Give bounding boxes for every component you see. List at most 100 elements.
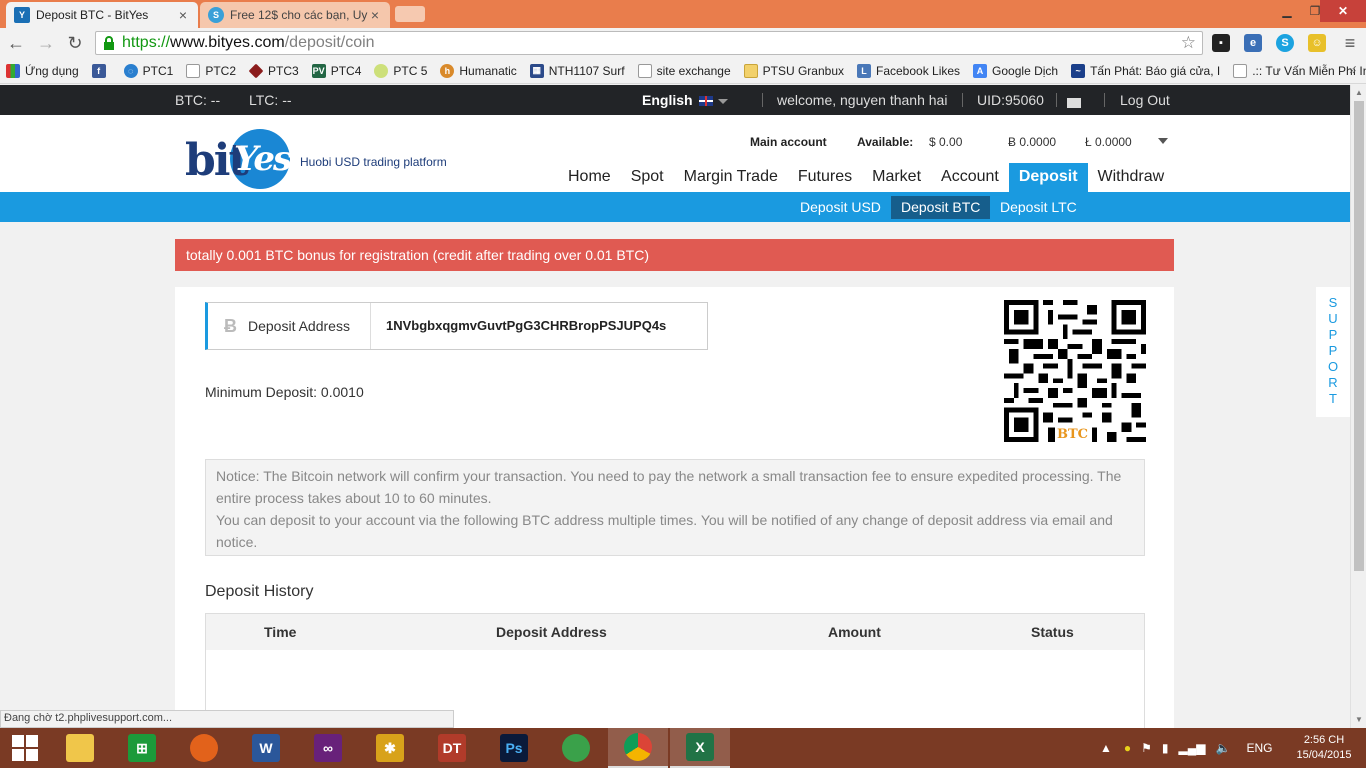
taskbar-photoshop[interactable]: Ps — [484, 728, 544, 768]
deposit-address-value[interactable]: 1NVbgbxqgmvGuvtPgG3CHRBropPSJUPQ4s — [386, 318, 666, 333]
skype-extension-icon[interactable]: S — [1276, 34, 1294, 52]
mail-icon[interactable] — [1067, 94, 1081, 110]
nav-deposit[interactable]: Deposit — [1008, 163, 1088, 192]
tray-flag-icon[interactable]: ⚑ — [1141, 741, 1152, 755]
taskbar-dt[interactable]: DT — [422, 728, 482, 768]
taskbar-visual-studio[interactable]: ∞ — [298, 728, 358, 768]
bookmark-ptc4[interactable]: PV PTC4 — [311, 63, 361, 78]
start-button[interactable] — [0, 728, 50, 768]
tab-deposit-btc[interactable]: Y Deposit BTC - BitYes × — [6, 2, 198, 28]
language-selector[interactable]: English — [642, 92, 728, 108]
bookmark-site-exchange[interactable]: site exchange — [637, 63, 731, 78]
network-icon[interactable]: ▂▄▆ — [1179, 741, 1206, 755]
taskbar-explorer[interactable] — [50, 728, 110, 768]
nav-account[interactable]: Account — [931, 163, 1009, 192]
nav-futures[interactable]: Futures — [788, 163, 862, 192]
notice-line-2: You can deposit to your account via the … — [216, 512, 1113, 550]
ptc-icon: ◌ — [123, 63, 138, 78]
taskbar-keys[interactable]: ✱ — [360, 728, 420, 768]
taskbar-word[interactable]: W — [236, 728, 296, 768]
subnav-deposit-btc[interactable]: Deposit BTC — [891, 196, 991, 219]
logout-link[interactable]: Log Out — [1120, 92, 1170, 108]
windows-logo-icon — [12, 735, 38, 761]
apps-grid-icon — [6, 63, 20, 78]
bonus-alert: totally 0.001 BTC bonus for registration… — [175, 239, 1174, 271]
nav-margin-trade[interactable]: Margin Trade — [674, 163, 788, 192]
bookmark-nth1107[interactable]: ▦ NTH1107 Surf — [529, 63, 625, 78]
tray-expand-icon[interactable]: ▲ — [1100, 741, 1112, 755]
chrome-menu-icon[interactable]: ≡ — [1338, 31, 1362, 55]
support-tab[interactable]: S U P P O R T — [1316, 287, 1350, 417]
nav-spot[interactable]: Spot — [621, 163, 674, 192]
col-deposit-address: Deposit Address — [496, 624, 607, 640]
page-icon — [186, 63, 201, 78]
subnav-deposit-usd[interactable]: Deposit USD — [790, 196, 891, 219]
input-language[interactable]: ENG — [1246, 741, 1272, 755]
grid-icon: ▦ — [529, 63, 544, 78]
page-scrollbar[interactable]: ▲ ▼ — [1350, 85, 1366, 728]
bookmark-tan-phat[interactable]: ~ Tấn Phát: Báo giá cửa, I — [1071, 63, 1220, 78]
bookmarks-bar: Ứng dụng f ◌ PTC1 PTC2 PTC3 PV PTC4 PTC 5 … — [0, 58, 1366, 84]
bityes-logo[interactable]: bit Yes — [185, 129, 293, 189]
divider — [962, 93, 963, 107]
scroll-up-icon[interactable]: ▲ — [1355, 88, 1363, 97]
scrollbar-thumb[interactable] — [1354, 101, 1364, 571]
tab-free-12[interactable]: S Free 12$ cho các bạn, Uy tín × — [200, 2, 390, 28]
forward-arrow-icon[interactable]: → — [34, 31, 58, 55]
available-label: Available: — [857, 135, 914, 149]
uid-text: UID:95060 — [977, 92, 1044, 108]
account-dropdown-icon[interactable] — [1158, 138, 1168, 144]
tab-close-icon[interactable]: × — [176, 7, 190, 23]
bookmark-ptc3[interactable]: PTC3 — [248, 63, 299, 78]
reload-icon[interactable]: ↻ — [63, 31, 87, 55]
blackberry-extension-icon[interactable]: ▪ — [1212, 34, 1230, 52]
window-close-icon[interactable]: ✕ — [1320, 0, 1366, 22]
scroll-down-icon[interactable]: ▼ — [1355, 715, 1363, 724]
bookmark-ptc5[interactable]: PTC 5 — [374, 63, 427, 78]
bookmark-tu-van[interactable]: .:: Tư Vấn Miễn Phí In I — [1233, 63, 1366, 78]
taskbar-chrome[interactable] — [608, 728, 668, 768]
bookmark-fb-likes[interactable]: L Facebook Likes — [857, 63, 960, 78]
bookmark-ptsu[interactable]: PTSU Granbux — [743, 63, 844, 78]
nav-home[interactable]: Home — [558, 163, 621, 192]
col-status: Status — [1031, 624, 1074, 640]
address-bar[interactable]: https://www.bityes.com/deposit/coin ☆ — [95, 31, 1203, 55]
minimize-icon[interactable]: ▁ — [1272, 0, 1302, 22]
bookmark-facebook[interactable]: f — [91, 63, 111, 78]
site-header: bit Yes Huobi USD trading platform Main … — [0, 115, 1350, 192]
bookmark-ptc1[interactable]: ◌ PTC1 — [123, 63, 173, 78]
firefox-icon — [190, 734, 218, 762]
ie-extension-icon[interactable]: e — [1244, 34, 1262, 52]
taskbar-firefox[interactable] — [174, 728, 234, 768]
main-account-label[interactable]: Main account — [750, 135, 827, 149]
circle-icon — [374, 63, 389, 78]
system-clock[interactable]: 2:56 CH 15/04/2015 — [1284, 733, 1364, 763]
taskbar-coccoc[interactable] — [546, 728, 606, 768]
bookmark-google-dich[interactable]: A Google Dịch — [973, 63, 1058, 78]
browser-toolbar: ← → ↻ https://www.bityes.com/deposit/coi… — [0, 28, 1366, 58]
emoji-extension-icon[interactable]: ☺ — [1308, 34, 1326, 52]
new-tab-button[interactable] — [395, 6, 425, 22]
bookmark-star-icon[interactable]: ☆ — [1181, 33, 1196, 53]
tray-app-icon[interactable]: ● — [1124, 741, 1131, 755]
battery-icon[interactable]: ▮ — [1162, 741, 1169, 755]
table-header: Time Deposit Address Amount Status — [206, 614, 1144, 650]
folder-icon — [66, 734, 94, 762]
back-arrow-icon[interactable]: ← — [4, 31, 28, 55]
store-icon: ⊞ — [128, 734, 156, 762]
bookmark-apps[interactable]: Ứng dụng — [6, 63, 79, 78]
clock-time: 2:56 CH — [1303, 734, 1345, 746]
clock-date: 15/04/2015 — [1296, 749, 1352, 761]
nav-market[interactable]: Market — [862, 163, 931, 192]
nav-withdraw[interactable]: Withdraw — [1088, 163, 1175, 192]
subnav-deposit-ltc[interactable]: Deposit LTC — [990, 196, 1087, 219]
tab-close-icon[interactable]: × — [368, 7, 382, 23]
bookmark-ptc2[interactable]: PTC2 — [186, 63, 236, 78]
volume-icon[interactable]: 🔈 — [1215, 741, 1230, 755]
bookmarks-overflow-icon[interactable]: » — [1349, 63, 1356, 77]
taskbar-store[interactable]: ⊞ — [112, 728, 172, 768]
bookmark-humanatic[interactable]: h Humanatic — [440, 63, 517, 78]
taskbar-excel[interactable]: X — [670, 728, 730, 768]
deposit-history-title: Deposit History — [205, 583, 314, 600]
chrome-icon — [624, 733, 652, 761]
